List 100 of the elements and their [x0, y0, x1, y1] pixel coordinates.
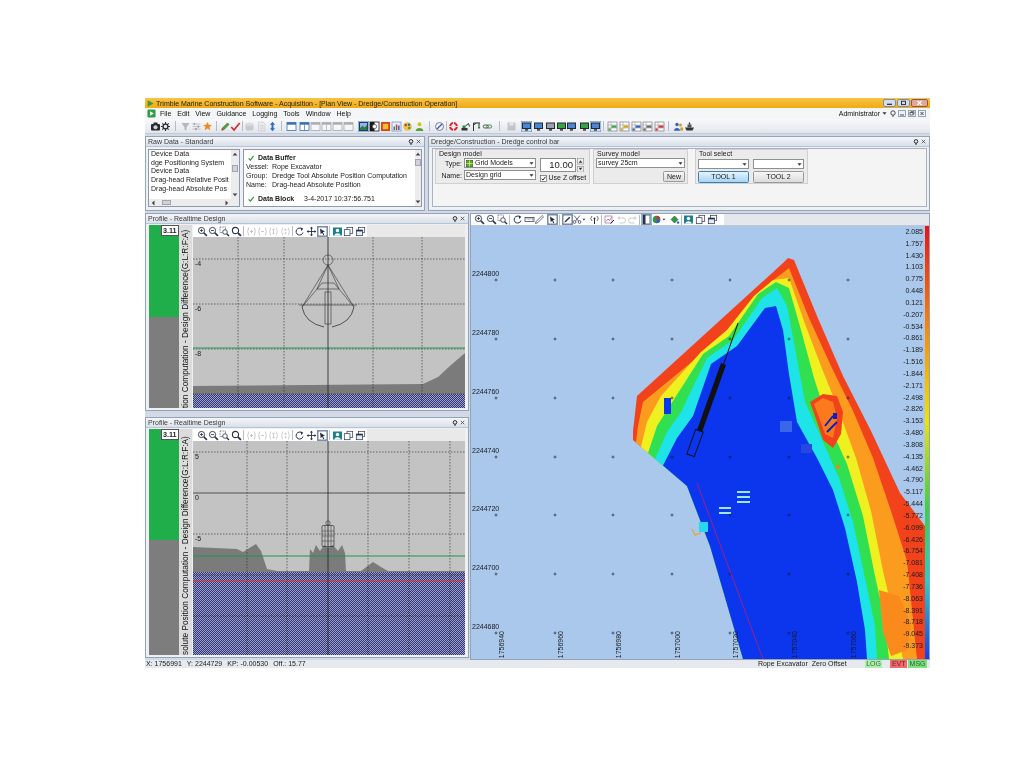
spin-up-icon[interactable] [577, 158, 584, 165]
tool-dropdown[interactable] [698, 159, 749, 169]
rotate-icon[interactable] [511, 214, 523, 225]
window-stack-icon[interactable] [706, 214, 718, 225]
window-stack-icon[interactable] [354, 225, 366, 237]
scroll-thumb[interactable] [162, 200, 171, 205]
users-icon[interactable] [672, 120, 684, 132]
person-card-icon[interactable] [682, 214, 694, 225]
pin-icon[interactable] [452, 419, 458, 426]
horizontal-scrollbar[interactable] [149, 199, 231, 206]
person-card-icon[interactable] [331, 429, 343, 441]
scroll-thumb[interactable] [232, 165, 238, 172]
excavator-icon[interactable] [459, 120, 471, 132]
move-icon[interactable] [305, 429, 317, 441]
monitor-icon[interactable] [589, 120, 601, 132]
pin-icon[interactable] [452, 215, 458, 222]
close-icon[interactable] [921, 139, 926, 144]
scroll-right-icon[interactable] [225, 199, 229, 206]
lifebuoy-icon[interactable] [447, 120, 459, 132]
window-icon[interactable] [285, 120, 297, 132]
antenna-icon[interactable] [588, 214, 600, 225]
zoom-in-icon[interactable] [196, 225, 208, 237]
monitor-icon[interactable] [532, 120, 544, 132]
map-icon[interactable] [357, 120, 369, 132]
checkmark-icon[interactable] [229, 120, 241, 132]
play-icon[interactable] [147, 109, 156, 118]
close-icon[interactable] [911, 99, 928, 107]
grid-mark [494, 572, 498, 576]
move-icon[interactable] [305, 225, 317, 237]
zoom-extent-icon[interactable] [218, 225, 230, 237]
checkbox[interactable] [540, 174, 547, 182]
pointer-icon[interactable] [546, 214, 558, 225]
close-icon[interactable] [460, 420, 465, 425]
table-icon[interactable] [630, 120, 642, 132]
close-icon[interactable] [416, 139, 421, 144]
star-icon[interactable] [201, 120, 213, 132]
zoom-in-icon[interactable] [473, 214, 485, 225]
magnifier-icon[interactable] [230, 429, 242, 441]
contrast-icon[interactable] [368, 120, 380, 132]
rotate-icon[interactable] [293, 429, 305, 441]
copy-icon[interactable] [342, 225, 354, 237]
paint-bucket-icon[interactable] [668, 214, 680, 225]
table-icon[interactable] [606, 120, 618, 132]
minimize-icon[interactable] [883, 99, 896, 107]
frame-icon[interactable] [379, 120, 391, 132]
monitor-icon[interactable] [565, 120, 577, 132]
maximize-icon[interactable] [897, 99, 910, 107]
ruler-icon[interactable] [523, 214, 535, 225]
bar-chart-icon[interactable] [390, 120, 402, 132]
magnifier-icon[interactable] [230, 225, 242, 237]
monitor-icon[interactable] [555, 120, 567, 132]
scroll-down-icon[interactable] [415, 200, 421, 204]
pointer-icon[interactable] [316, 429, 328, 441]
caret-icon [529, 173, 534, 177]
z-offset-field[interactable]: 10.00 [540, 158, 576, 172]
table-icon[interactable] [641, 120, 653, 132]
scissors-icon[interactable] [572, 214, 586, 225]
pin-icon[interactable] [913, 138, 919, 145]
circle-slash-icon[interactable] [433, 120, 445, 132]
scroll-up-icon[interactable] [232, 152, 238, 156]
table-icon[interactable] [653, 120, 665, 132]
pencil-box-icon[interactable] [561, 214, 573, 225]
pin-icon[interactable] [408, 138, 414, 145]
scroll-left-icon[interactable] [151, 199, 155, 206]
scroll-thumb[interactable] [415, 159, 421, 166]
ship-icon[interactable] [683, 120, 695, 132]
tool-dropdown[interactable] [753, 159, 804, 169]
copy-icon[interactable] [342, 429, 354, 441]
close-icon[interactable] [460, 216, 465, 221]
zoom-out-icon[interactable] [485, 214, 497, 225]
zoom-out-icon[interactable] [207, 429, 219, 441]
gear-icon[interactable] [159, 120, 171, 132]
close-icon[interactable] [918, 110, 926, 117]
scroll-down-icon[interactable] [232, 193, 238, 197]
color-wheel-icon[interactable] [652, 214, 666, 225]
monitor-icon[interactable] [544, 120, 556, 132]
person-card-icon[interactable] [331, 225, 343, 237]
crane-icon[interactable] [470, 120, 482, 132]
vertical-scrollbar[interactable] [415, 150, 421, 206]
rotate-icon[interactable] [293, 225, 305, 237]
document-panel-icon[interactable] [640, 214, 652, 225]
camera-icon[interactable] [149, 120, 161, 132]
scroll-up-icon[interactable] [415, 152, 421, 156]
pointer-icon[interactable] [316, 225, 328, 237]
zoom-extent-icon[interactable] [496, 214, 508, 225]
spin-down-icon[interactable] [577, 165, 584, 172]
monitor-icon[interactable] [520, 120, 532, 132]
window-stack-icon[interactable] [354, 429, 366, 441]
split-window-icon[interactable] [298, 120, 310, 132]
pencil-icon[interactable] [219, 120, 231, 132]
zoom-in-icon[interactable] [196, 429, 208, 441]
chart-pencil-icon[interactable] [603, 214, 615, 225]
zoom-out-icon[interactable] [207, 225, 219, 237]
monitor-icon[interactable] [578, 120, 590, 132]
vertical-scrollbar[interactable] [231, 150, 239, 199]
copy-icon[interactable] [694, 214, 706, 225]
palette-icon[interactable] [401, 120, 413, 132]
restore-icon[interactable] [908, 110, 916, 117]
person-icon[interactable] [413, 120, 425, 132]
zoom-extent-icon[interactable] [218, 429, 230, 441]
